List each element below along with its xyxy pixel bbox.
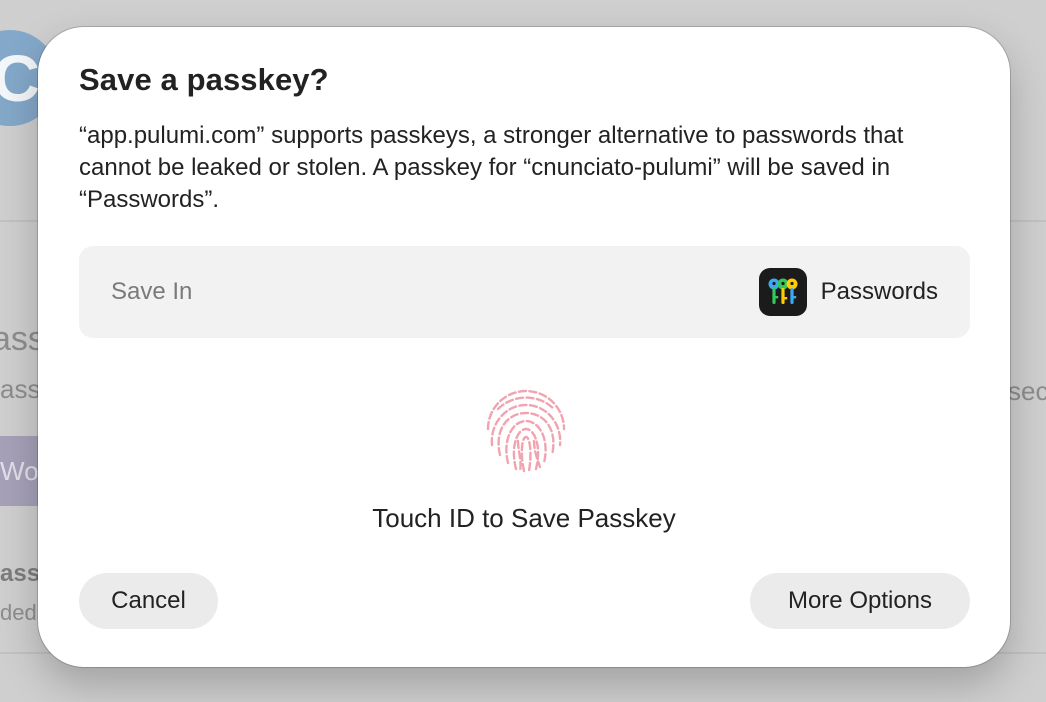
touch-id-label: Touch ID to Save Passkey xyxy=(372,503,676,533)
save-passkey-dialog: Save a passkey? “app.pulumi.com” support… xyxy=(38,27,1010,667)
save-in-selector[interactable]: Save In Passwords xyxy=(79,246,970,338)
background-text-fragment: ded xyxy=(0,600,37,625)
avatar-letter: C xyxy=(0,41,40,115)
fingerprint-icon xyxy=(478,383,574,479)
background-text-fragment: ass xyxy=(0,560,40,587)
background-text-fragment: ass xyxy=(0,320,38,358)
save-in-value-label: Passwords xyxy=(820,278,938,305)
passwords-app-icon xyxy=(758,268,807,316)
background-button-fragment: Wo xyxy=(0,436,40,506)
background-text-fragment: assk xyxy=(0,374,40,404)
background-text-fragment: sec xyxy=(1008,376,1046,406)
background-text-fragment: Wo xyxy=(0,455,39,486)
dialog-title: Save a passkey? xyxy=(79,62,329,97)
cancel-button[interactable]: Cancel xyxy=(79,573,218,629)
more-options-button[interactable]: More Options xyxy=(750,573,970,629)
save-in-label: Save In xyxy=(111,278,193,305)
dialog-description: “app.pulumi.com” supports passkeys, a st… xyxy=(79,122,904,213)
save-in-value: Passwords xyxy=(758,268,938,316)
